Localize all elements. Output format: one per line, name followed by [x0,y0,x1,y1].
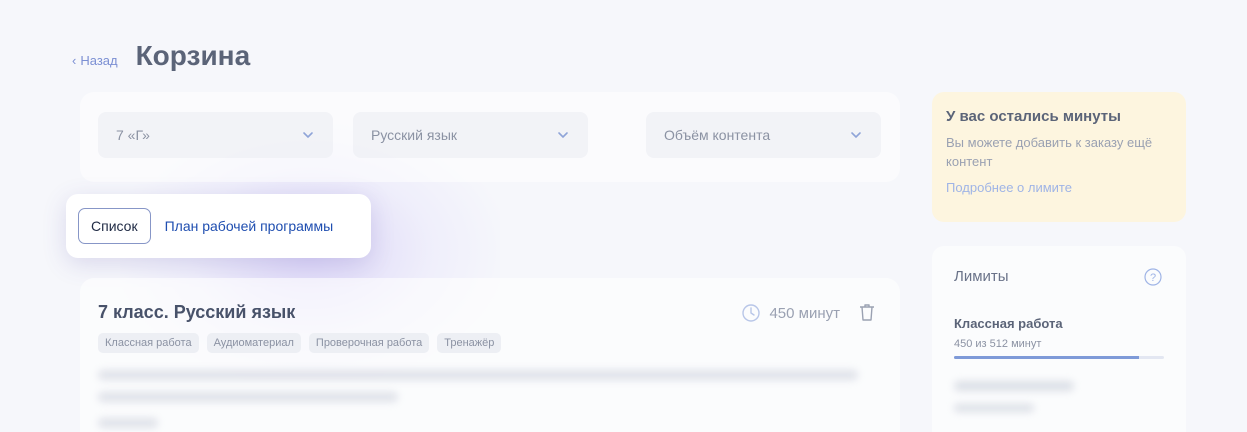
blurred-limit-usage [954,404,1034,412]
question-icon[interactable]: ? [1144,268,1162,286]
filters-panel: 7 «Г» Русский язык Объём контента [80,92,900,182]
notice-title: У вас остались минуты [946,108,1121,125]
course-minutes: 450 минут [741,303,840,323]
content-volume-select-value: Объём контента [664,127,771,143]
limit-name: Классная работа [954,316,1063,331]
chevron-down-icon [558,132,568,139]
back-label: Назад [80,53,118,68]
limit-details-link[interactable]: Подробнее о лимите [946,180,1172,195]
subject-select-value: Русский язык [371,127,458,143]
limits-title: Лимиты [954,268,1009,285]
course-title: 7 класс. Русский язык [98,302,296,322]
chevron-left-icon: ‹ [72,53,77,68]
minutes-notice: У вас остались минуты Вы можете добавить… [932,92,1186,222]
course-tags: Классная работа Аудиоматериал Проверочна… [98,333,502,353]
tab-list[interactable]: Список [78,208,151,244]
svg-text:?: ? [1150,272,1156,284]
class-select[interactable]: 7 «Г» [98,112,333,158]
limits-panel: Лимиты ? Классная работа 450 из 512 мину… [932,246,1186,432]
limit-usage: 450 из 512 минут [954,338,1042,350]
blurred-link [98,418,158,428]
tag: Классная работа [98,333,199,353]
content-volume-select[interactable]: Объём контента [646,112,881,158]
clock-icon [742,304,761,322]
blurred-limit-name [954,381,1074,391]
minutes-value: 450 минут [769,304,840,322]
limit-progress-fill [954,356,1139,359]
blurred-description [98,370,858,380]
tab-work-program-plan[interactable]: План рабочей программы [165,218,334,234]
page-title: Корзина [135,40,251,71]
class-select-value: 7 «Г» [116,127,150,143]
limit-progress-bar [954,356,1164,359]
tag: Аудиоматериал [206,333,301,353]
course-card: 7 класс. Русский язык Классная работа Ау… [80,278,900,432]
notice-text: Вы можете добавить к заказу ещё контент [946,135,1153,169]
view-tabs: Список План рабочей программы [66,194,371,258]
subject-select[interactable]: Русский язык [353,112,588,158]
back-link[interactable]: ‹ Назад [72,53,118,68]
page-header: ‹ Назад Корзина [72,40,250,72]
tag: Тренажёр [437,333,502,353]
chevron-down-icon [851,132,861,139]
blurred-description [98,392,398,402]
trash-icon[interactable] [858,302,876,322]
tag: Проверочная работа [308,333,430,353]
chevron-down-icon [303,132,313,139]
